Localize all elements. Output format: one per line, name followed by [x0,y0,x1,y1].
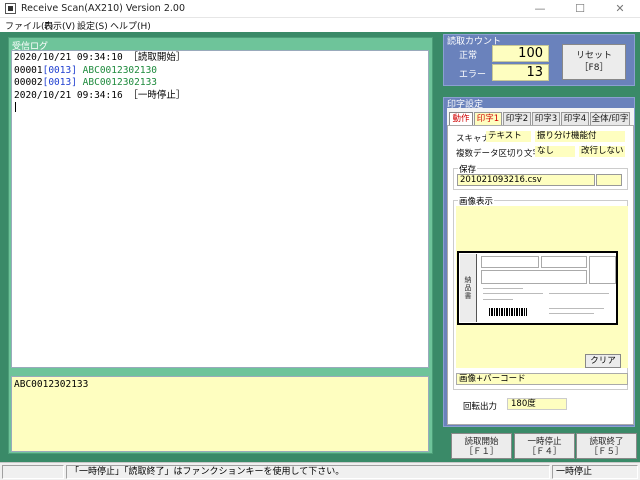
tab-print-2[interactable]: 印字2 [503,112,531,125]
doc-line [483,288,523,289]
delimiter-field[interactable]: なし [535,146,575,157]
label-stamp: 納品書 [464,276,472,300]
doc-line [483,293,543,294]
doc-line [549,308,604,309]
log-line: 2020/10/21 09:34:16 ［一時停止］ [14,89,186,101]
app-icon [5,3,16,14]
save-file-extra-field[interactable] [596,174,622,186]
log-line: 2020/10/21 09:34:10 ［読取開始］ [14,52,186,63]
doc-line [549,313,594,314]
window-title: Receive Scan(AX210) Version 2.00 [21,3,185,14]
scanner-option-field[interactable]: 振り分け機能付 [535,131,625,142]
newline-field[interactable]: 改行しない [579,146,625,157]
receive-log[interactable]: 2020/10/21 09:34:10 ［読取開始］ 00001[0013] A… [11,50,429,368]
label-stripe: 納品書 [460,254,477,322]
menu-view[interactable]: 表示(V) [44,19,75,32]
error-count-value: 13 [492,64,549,81]
status-message: 「一時停止」「読取終了」はファンクションキーを使用して下さい。 [66,465,550,479]
menu-help[interactable]: ヘルプ(H) [110,19,151,32]
normal-count-label: 正常 [459,51,478,61]
doc-line [549,293,609,294]
reset-button[interactable]: リセット ［F8］ [562,44,626,80]
start-reading-button[interactable]: 読取開始 ［Ｆ１］ [451,433,512,459]
rotation-field[interactable]: 180度 [507,398,567,410]
doc-cell [481,256,539,268]
maximize-button[interactable]: ☐ [560,0,600,18]
error-count-label: エラー [459,70,487,80]
doc-line [483,299,513,300]
status-state: 一時停止 [552,465,638,479]
status-bar: 「一時停止」「読取終了」はファンクションキーを使用して下さい。 一時停止 [0,462,640,480]
log-line: 00001[0013] ABC0012302130 [14,64,158,76]
normal-count-value: 100 [492,45,549,62]
doc-cell [589,256,616,284]
pause-button[interactable]: 一時停止 ［Ｆ４］ [514,433,575,459]
stop-reading-button[interactable]: 読取終了 ［Ｆ５］ [576,433,637,459]
tab-all-print[interactable]: 全体/印字 [590,112,630,125]
tab-operation[interactable]: 動作 [449,112,473,125]
image-mode-field[interactable]: 画像+バーコード [456,373,628,385]
clear-button[interactable]: クリア [585,354,621,368]
doc-cell [541,256,587,268]
tab-print-4[interactable]: 印字4 [561,112,589,125]
minimize-button[interactable]: — [520,0,560,18]
scanner-type-field[interactable]: テキスト [486,131,531,142]
rotation-label: 回転出力 [463,402,498,412]
delimiter-label: 複数データ区切り文字 [456,149,542,159]
close-button[interactable]: ✕ [600,0,640,18]
label-barcode [489,308,527,316]
scanner-label: スキャナ [456,134,491,144]
tab-print-1[interactable]: 印字1 [474,112,502,125]
scanned-label-image: 納品書 [457,251,618,325]
doc-cell [481,270,587,284]
menu-bar: ファイル(F) 表示(V) 設定(S) ヘルプ(H) [0,18,640,32]
tab-print-3[interactable]: 印字3 [532,112,560,125]
scan-input[interactable]: ABC0012302133 [11,376,429,452]
save-file-field[interactable]: 201021093216.csv [457,174,595,186]
menu-settings[interactable]: 設定(S) [77,19,108,32]
title-bar: Receive Scan(AX210) Version 2.00 — ☐ ✕ [0,0,640,18]
text-caret [15,102,16,112]
status-cell-empty [2,465,64,479]
log-line: 00002[0013] ABC0012302133 [14,77,158,88]
